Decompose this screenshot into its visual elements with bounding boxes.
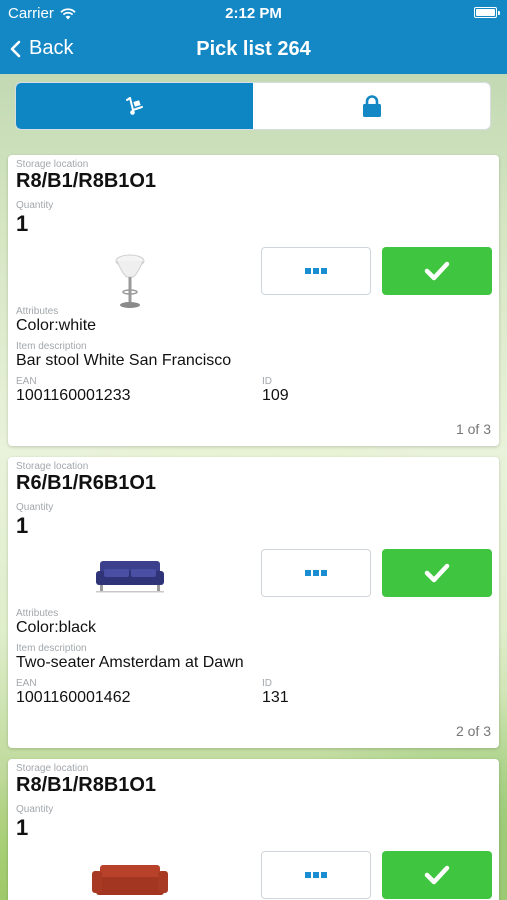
pick-item-card: Storage location R8/B1/R8B1O1 Quantity 1 [8, 759, 499, 900]
item-pager: 1 of 3 [455, 421, 491, 437]
attributes-label: Attributes [16, 608, 59, 619]
nav-bar: Back Pick list 264 [0, 28, 507, 74]
attributes-label: Attributes [16, 306, 59, 317]
confirm-pick-button[interactable] [382, 851, 492, 899]
id-value: 109 [262, 387, 289, 404]
battery-icon [474, 7, 500, 18]
quantity-value: 1 [16, 513, 29, 538]
status-time: 2:12 PM [225, 5, 282, 22]
hand-truck-icon [124, 95, 146, 117]
segment-locked[interactable] [253, 83, 490, 129]
quantity-value: 1 [16, 815, 29, 840]
storage-location-value: R8/B1/R8B1O1 [16, 170, 157, 192]
ean-label: EAN [16, 678, 37, 689]
product-image [90, 547, 170, 611]
status-bar: Carrier 2:12 PM [0, 0, 507, 28]
quantity-label: Quantity [16, 502, 54, 513]
checkmark-icon [424, 261, 450, 281]
ean-label: EAN [16, 376, 37, 387]
lock-icon [362, 94, 382, 118]
storage-location-value: R8/B1/R8B1O1 [16, 774, 157, 796]
ean-value: 1001160001233 [16, 387, 131, 404]
item-description-value: Two-seater Amsterdam at Dawn [16, 654, 244, 671]
product-image [90, 855, 170, 900]
attributes-value: Color:black [16, 619, 97, 636]
storage-location-label: Storage location [16, 763, 89, 774]
pick-item-card: Storage location R8/B1/R8B1O1 Quantity 1… [8, 155, 499, 446]
storage-location-value: R6/B1/R6B1O1 [16, 472, 157, 494]
more-options-button[interactable] [261, 549, 371, 597]
more-options-button[interactable] [261, 851, 371, 899]
segment-picking[interactable] [16, 83, 253, 129]
storage-location-label: Storage location [16, 159, 89, 170]
more-dots-icon [305, 570, 327, 576]
quantity-label: Quantity [16, 200, 54, 211]
product-image [90, 249, 170, 313]
more-dots-icon [305, 268, 327, 274]
id-label: ID [262, 376, 272, 387]
storage-location-label: Storage location [16, 461, 89, 472]
id-value: 131 [262, 689, 289, 706]
id-label: ID [262, 678, 272, 689]
more-options-button[interactable] [261, 247, 371, 295]
confirm-pick-button[interactable] [382, 549, 492, 597]
attributes-value: Color:white [16, 317, 97, 334]
segmented-control [15, 82, 491, 130]
page-title: Pick list 264 [196, 38, 311, 60]
more-dots-icon [305, 872, 327, 878]
item-description-value: Bar stool White San Francisco [16, 352, 232, 369]
pick-item-card: Storage location R6/B1/R6B1O1 Quantity 1… [8, 457, 499, 748]
checkmark-icon [424, 563, 450, 583]
item-description-label: Item description [16, 341, 87, 352]
checkmark-icon [424, 865, 450, 885]
item-pager: 2 of 3 [455, 723, 491, 739]
quantity-value: 1 [16, 211, 29, 236]
top-bar: Carrier 2:12 PM Back Pick list 264 [0, 0, 507, 74]
quantity-label: Quantity [16, 804, 54, 815]
item-description-label: Item description [16, 643, 87, 654]
ean-value: 1001160001462 [16, 689, 131, 706]
confirm-pick-button[interactable] [382, 247, 492, 295]
